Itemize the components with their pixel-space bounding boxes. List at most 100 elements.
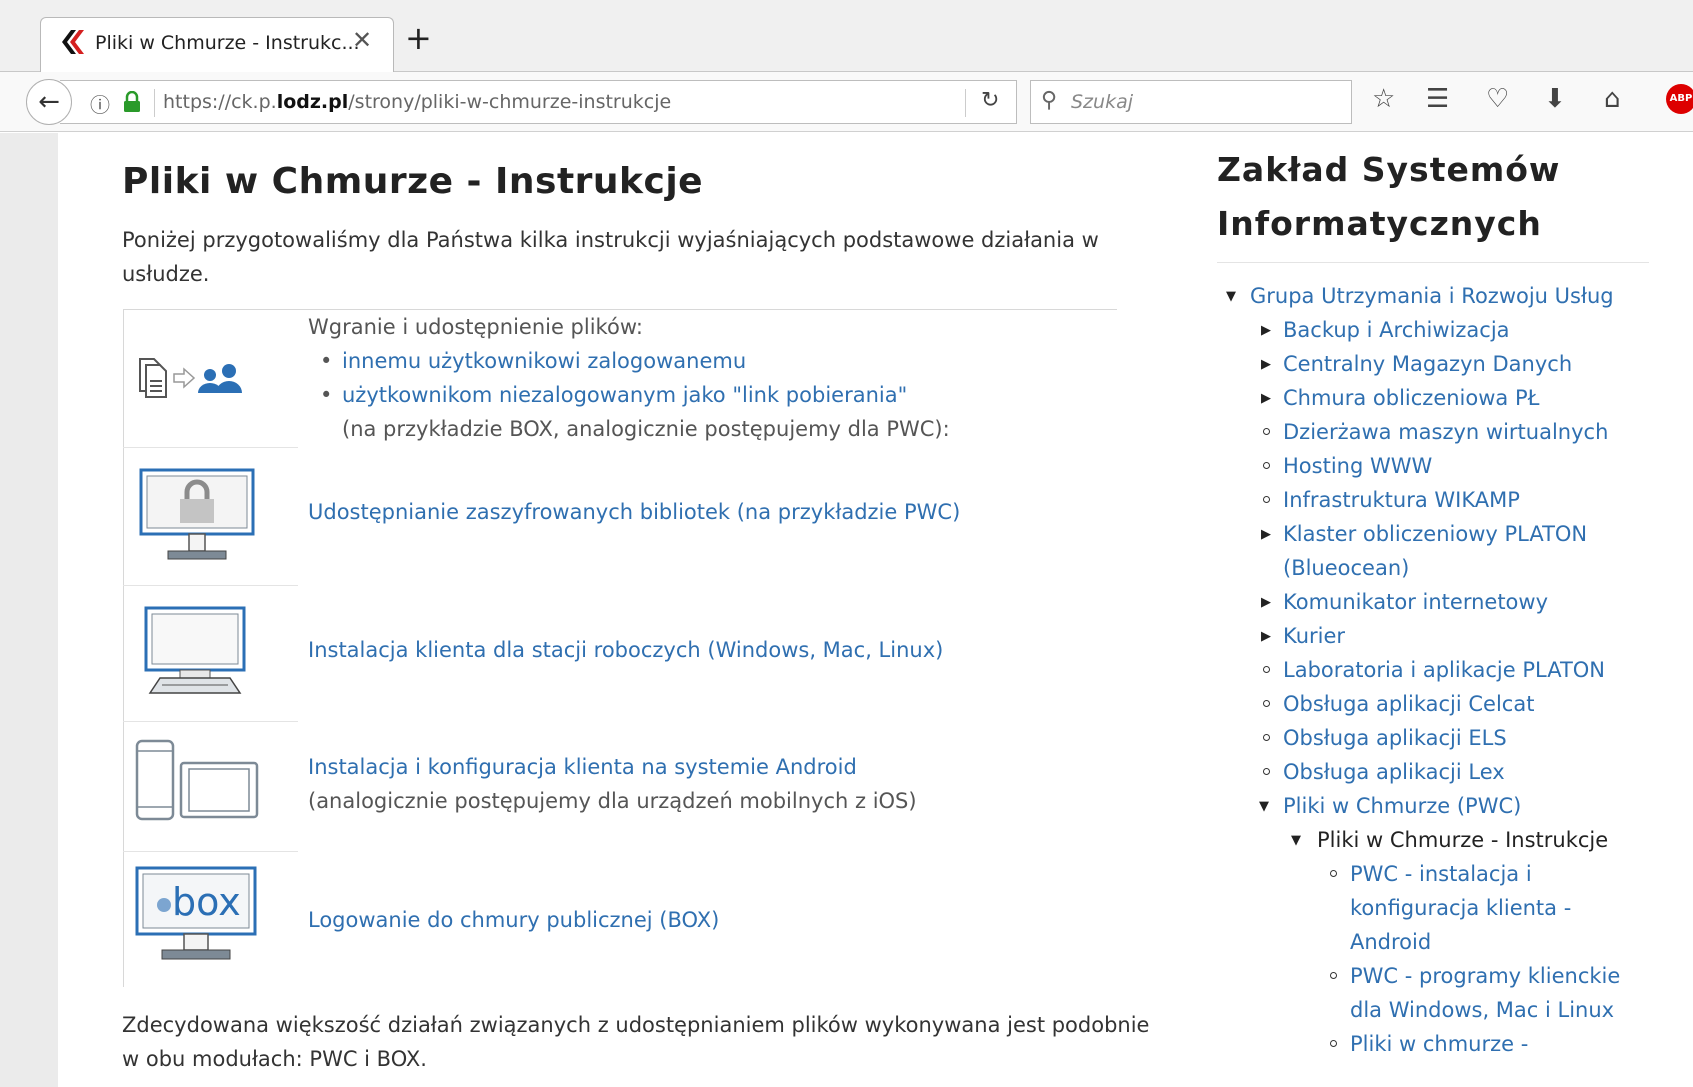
tab-title: Pliki w Chmurze - Instrukc... <box>95 32 360 54</box>
sidebar-item-labs[interactable]: Laboratoria i aplikacje PLATON <box>1283 653 1605 687</box>
back-arrow-icon: ← <box>38 87 60 117</box>
sidebar-item-platon-cluster-cont[interactable]: (Blueocean) <box>1283 551 1409 585</box>
reader-list-icon[interactable]: ☰ <box>1426 86 1449 112</box>
row-desktop-client: Instalacja klienta dla stacji roboczych … <box>308 633 943 667</box>
encrypted-libraries-link[interactable]: Udostępnianie zaszyfrowanych bibliotek (… <box>308 500 960 524</box>
collapsed-triangle-icon[interactable]: ▶ <box>1261 629 1271 644</box>
row-separator <box>123 851 298 852</box>
file-share-users-icon <box>139 358 242 398</box>
collapsed-triangle-icon[interactable]: ▶ <box>1261 527 1271 542</box>
bullet-icon <box>1263 768 1270 775</box>
reload-icon[interactable]: ↻ <box>981 88 999 113</box>
sidebar-group-link[interactable]: Grupa Utrzymania i Rozwoju Usług <box>1250 279 1614 313</box>
search-bar[interactable]: ⚲ Szukaj <box>1030 80 1352 124</box>
collapsed-triangle-icon[interactable]: ▶ <box>1261 391 1271 406</box>
desktop-monitor-icon <box>144 606 246 694</box>
search-icon: ⚲ <box>1041 88 1058 113</box>
collapsed-triangle-icon[interactable]: ▶ <box>1261 595 1271 610</box>
left-gutter <box>0 133 58 1087</box>
sidebar-item-platon-cluster[interactable]: Klaster obliczeniowy PLATON <box>1283 517 1587 551</box>
box-icon-label: box <box>172 880 241 924</box>
sidebar-item-backup[interactable]: Backup i Archiwizacja <box>1283 313 1510 347</box>
sidebar-subitem-pwc-clients[interactable]: PWC - programy klienckie <box>1350 959 1620 993</box>
sidebar-item-celcat[interactable]: Obsługa aplikacji Celcat <box>1283 687 1534 721</box>
box-login-link[interactable]: Logowanie do chmury publicznej (BOX) <box>308 908 719 932</box>
sidebar-subitem-pwc-clients-cont[interactable]: dla Windows, Mac i Linux <box>1350 993 1614 1027</box>
sidebar-subitem-pwc-android-cont[interactable]: Android <box>1350 925 1431 959</box>
sidebar-title-line: Zakład Systemów <box>1217 150 1561 189</box>
footer-text: Zdecydowana większość działań związanych… <box>122 1013 1150 1071</box>
browser-tab-bar: Pliki w Chmurze - Instrukc... ✕ + <box>0 0 1693 73</box>
bullet-icon <box>1330 972 1337 979</box>
sidebar-item-lex[interactable]: Obsługa aplikacji Lex <box>1283 755 1505 789</box>
sidebar-item-storage[interactable]: Centralny Magazyn Danych <box>1283 347 1572 381</box>
sidebar-subitem-pwc-android[interactable]: PWC - instalacja i <box>1350 857 1532 891</box>
download-icon[interactable]: ⬇ <box>1544 86 1566 112</box>
sharing-heading: Wgranie i udostępnienie plików: <box>308 315 643 339</box>
sidebar-item-els[interactable]: Obsługa aplikacji ELS <box>1283 721 1507 755</box>
row-separator <box>123 721 298 722</box>
sidebar-subitem-pliki[interactable]: Pliki w chmurze - <box>1350 1027 1528 1061</box>
bullet-icon <box>1263 496 1270 503</box>
collapsed-triangle-icon[interactable]: ▶ <box>1261 323 1271 338</box>
share-download-link-link[interactable]: użytkownikom niezalogowanym jako "link p… <box>342 383 907 407</box>
collapsed-triangle-icon[interactable]: ▶ <box>1261 357 1271 372</box>
pocket-icon[interactable]: ♡ <box>1486 86 1509 112</box>
sidebar-item-messenger[interactable]: Komunikator internetowy <box>1283 585 1548 619</box>
sidebar-item-cloud-compute[interactable]: Chmura obliczeniowa PŁ <box>1283 381 1539 415</box>
url-separator <box>154 89 155 117</box>
sidebar-item-vm-lease[interactable]: Dzierżawa maszyn wirtualnych <box>1283 415 1608 449</box>
info-icon[interactable]: ⓘ <box>90 89 110 118</box>
browser-tab[interactable]: Pliki w Chmurze - Instrukc... ✕ <box>40 17 394 73</box>
bullet-icon <box>1263 700 1270 707</box>
list-item: użytkownikom niezalogowanym jako "link p… <box>308 378 950 412</box>
reload-separator <box>965 89 966 117</box>
mobile-devices-icon <box>135 739 259 821</box>
share-logged-user-link[interactable]: innemu użytkownikowi zalogowanemu <box>342 349 746 373</box>
tab-close-icon[interactable]: ✕ <box>352 26 372 54</box>
url-bar[interactable]: ⓘ https://ck.p.lodz.pl/strony/pliki-w-ch… <box>60 80 1017 124</box>
encrypted-monitor-icon <box>139 468 255 560</box>
row-encrypted: Udostępnianie zaszyfrowanych bibliotek (… <box>308 495 960 529</box>
table-left-border <box>123 309 124 987</box>
bookmark-star-icon[interactable]: ☆ <box>1372 86 1395 112</box>
adblock-icon[interactable]: ABP <box>1666 84 1693 114</box>
android-client-link[interactable]: Instalacja i konfiguracja klienta na sys… <box>308 755 857 779</box>
row-box-login: Logowanie do chmury publicznej (BOX) <box>308 903 719 937</box>
url-text[interactable]: https://ck.p.lodz.pl/strony/pliki-w-chmu… <box>163 91 671 113</box>
bullet-icon <box>1263 734 1270 741</box>
sidebar-item-pwc[interactable]: Pliki w Chmurze (PWC) <box>1283 789 1521 823</box>
box-monitor-icon: box <box>135 866 257 960</box>
bullet-icon <box>1263 428 1270 435</box>
row-android-client: Instalacja i konfiguracja klienta na sys… <box>308 750 917 818</box>
sidebar-title-line: Informatycznych <box>1217 204 1542 243</box>
sidebar-item-hosting[interactable]: Hosting WWW <box>1283 449 1432 483</box>
row-separator <box>123 585 298 586</box>
intro-text: Poniżej przygotowaliśmy dla Państwa kilk… <box>122 228 1099 286</box>
sharing-block: Wgranie i udostępnienie plików: innemu u… <box>308 310 950 446</box>
sharing-note: (na przykładzie BOX, analogicznie postęp… <box>342 417 950 441</box>
site-favicon-icon <box>62 30 84 54</box>
sidebar-subitem-pwc-android-cont[interactable]: konfiguracja klienta - <box>1350 891 1571 925</box>
expanded-triangle-icon[interactable]: ▼ <box>1291 833 1301 848</box>
navigation-bar: ⓘ https://ck.p.lodz.pl/strony/pliki-w-ch… <box>0 72 1693 132</box>
bullet-icon <box>1263 462 1270 469</box>
back-button[interactable]: ← <box>26 79 72 125</box>
list-item: innemu użytkownikowi zalogowanemu <box>308 344 950 378</box>
row-separator <box>123 447 298 448</box>
page-content: Pliki w Chmurze - Instrukcje Poniżej prz… <box>0 133 1693 1087</box>
bullet-icon <box>1330 870 1337 877</box>
sidebar-item-wikamp[interactable]: Infrastruktura WIKAMP <box>1283 483 1520 517</box>
sidebar-item-courier[interactable]: Kurier <box>1283 619 1345 653</box>
bullet-icon <box>1263 666 1270 673</box>
desktop-client-link[interactable]: Instalacja klienta dla stacji roboczych … <box>308 638 943 662</box>
sidebar-title: Zakład Systemów Informatycznych <box>1217 143 1560 251</box>
sidebar-divider <box>1217 262 1649 263</box>
home-icon[interactable]: ⌂ <box>1604 86 1621 112</box>
android-note: (analogicznie postępujemy dla urządzeń m… <box>308 789 917 813</box>
expanded-triangle-icon[interactable]: ▼ <box>1259 799 1269 814</box>
page-title: Pliki w Chmurze - Instrukcje <box>122 161 704 202</box>
lock-icon <box>124 91 140 112</box>
expanded-triangle-icon[interactable]: ▼ <box>1226 289 1236 304</box>
new-tab-button[interactable]: + <box>405 22 432 54</box>
